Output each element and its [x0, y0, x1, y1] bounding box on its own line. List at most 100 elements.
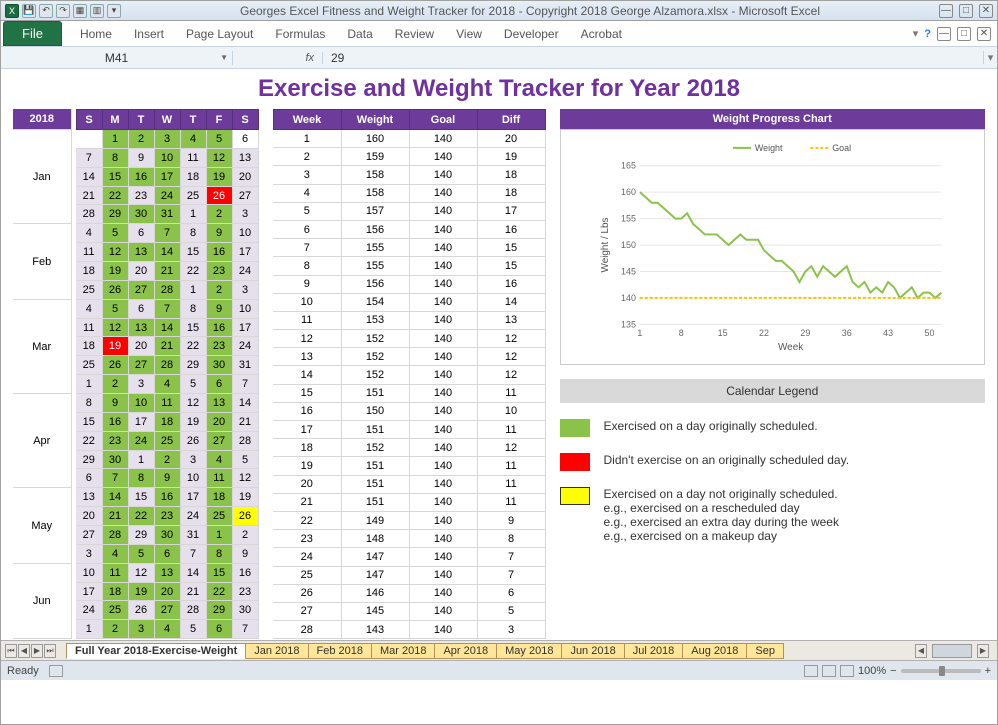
calendar-cell[interactable]: 5 — [180, 375, 206, 394]
calendar-cell[interactable]: 19 — [102, 262, 128, 281]
wt-cell[interactable]: 140 — [409, 384, 477, 402]
wt-cell[interactable]: 151 — [341, 493, 409, 511]
sheet-tab[interactable]: Sep — [746, 643, 784, 659]
calendar-cell[interactable]: 14 — [102, 488, 128, 507]
calendar-cell[interactable]: 30 — [128, 205, 154, 224]
wt-cell[interactable]: 140 — [409, 475, 477, 493]
wt-cell[interactable]: 12 — [477, 348, 545, 366]
calendar-cell[interactable]: 21 — [102, 507, 128, 526]
calendar-cell[interactable]: 21 — [76, 186, 102, 205]
calendar-cell[interactable]: 23 — [232, 582, 258, 601]
wt-cell[interactable]: 140 — [409, 239, 477, 257]
calendar-cell[interactable]: 19 — [232, 488, 258, 507]
wt-cell[interactable]: 22 — [273, 511, 341, 529]
wt-cell[interactable]: 140 — [409, 548, 477, 566]
wt-cell[interactable]: 9 — [477, 511, 545, 529]
calendar-cell[interactable]: 22 — [206, 582, 232, 601]
calendar-grid[interactable]: SMTWTFS 12345678910111213141516171819202… — [76, 109, 259, 639]
tab-nav-last-icon[interactable]: ⏭ — [44, 644, 56, 658]
wt-cell[interactable]: 13 — [273, 348, 341, 366]
wt-cell[interactable]: 151 — [341, 457, 409, 475]
wt-cell[interactable]: 147 — [341, 566, 409, 584]
wt-cell[interactable]: 156 — [341, 275, 409, 293]
calendar-cell[interactable]: 13 — [76, 488, 102, 507]
calendar-cell[interactable]: 9 — [102, 394, 128, 413]
calendar-cell[interactable]: 15 — [180, 318, 206, 337]
calendar-cell[interactable]: 17 — [154, 167, 180, 186]
wt-cell[interactable]: 140 — [409, 402, 477, 420]
wt-cell[interactable]: 8 — [273, 257, 341, 275]
calendar-cell[interactable]: 2 — [206, 205, 232, 224]
calendar-cell[interactable]: 14 — [154, 318, 180, 337]
weight-chart[interactable]: 13514014515015516016518152229364350WeekW… — [560, 129, 986, 365]
help-icon[interactable]: ? — [924, 28, 931, 40]
wt-cell[interactable]: 12 — [477, 439, 545, 457]
calendar-cell[interactable]: 11 — [154, 394, 180, 413]
calendar-cell[interactable]: 29 — [206, 601, 232, 620]
wt-cell[interactable]: 155 — [341, 257, 409, 275]
wt-cell[interactable]: 8 — [477, 530, 545, 548]
wt-cell[interactable]: 158 — [341, 184, 409, 202]
wt-cell[interactable]: 140 — [409, 493, 477, 511]
chevron-down-icon[interactable]: ▼ — [220, 53, 228, 62]
weight-table[interactable]: WeekWeightGoalDiff 116014020215914019315… — [273, 109, 546, 639]
calendar-cell[interactable]: 28 — [102, 526, 128, 545]
calendar-cell[interactable]: 1 — [102, 130, 128, 149]
calendar-cell[interactable]: 26 — [102, 280, 128, 299]
calendar-cell[interactable]: 16 — [232, 563, 258, 582]
calendar-cell[interactable]: 12 — [206, 148, 232, 167]
calendar-cell[interactable]: 20 — [128, 262, 154, 281]
calendar-cell[interactable]: 9 — [232, 544, 258, 563]
calendar-cell[interactable]: 3 — [232, 280, 258, 299]
calendar-cell[interactable]: 18 — [180, 167, 206, 186]
calendar-cell[interactable]: 7 — [154, 299, 180, 318]
calendar-cell[interactable]: 29 — [128, 526, 154, 545]
calendar-cell[interactable]: 25 — [76, 280, 102, 299]
wt-cell[interactable]: 15 — [477, 257, 545, 275]
calendar-cell[interactable]: 29 — [102, 205, 128, 224]
formula-expand-icon[interactable]: ▾ — [983, 51, 997, 64]
zoom-out-icon[interactable]: − — [890, 665, 896, 677]
wt-cell[interactable]: 140 — [409, 257, 477, 275]
calendar-cell[interactable]: 27 — [154, 601, 180, 620]
calendar-cell[interactable]: 11 — [180, 148, 206, 167]
calendar-cell[interactable]: 1 — [180, 280, 206, 299]
calendar-cell[interactable]: 5 — [206, 130, 232, 149]
ribbon-help-dropdown-icon[interactable]: ▾ — [913, 27, 919, 40]
sheet-tab[interactable]: Mar 2018 — [371, 643, 435, 659]
calendar-cell[interactable]: 3 — [128, 620, 154, 639]
wt-cell[interactable]: 152 — [341, 439, 409, 457]
calendar-cell[interactable]: 2 — [102, 620, 128, 639]
ribbon-tab[interactable]: View — [456, 27, 482, 41]
calendar-cell[interactable]: 27 — [128, 280, 154, 299]
minimize-icon[interactable]: — — [939, 4, 953, 18]
wt-cell[interactable]: 28 — [273, 621, 341, 639]
wt-cell[interactable]: 20 — [477, 130, 545, 148]
wt-cell[interactable]: 140 — [409, 166, 477, 184]
calendar-cell[interactable]: 20 — [128, 337, 154, 356]
wt-cell[interactable]: 159 — [341, 148, 409, 166]
calendar-cell[interactable]: 30 — [206, 356, 232, 375]
wt-cell[interactable]: 21 — [273, 493, 341, 511]
ribbon-tab[interactable]: Developer — [504, 27, 559, 41]
sheet-tab[interactable]: Apr 2018 — [434, 643, 497, 659]
calendar-cell[interactable]: 4 — [154, 620, 180, 639]
calendar-cell[interactable]: 12 — [180, 394, 206, 413]
wt-cell[interactable]: 27 — [273, 602, 341, 620]
wt-cell[interactable]: 7 — [477, 548, 545, 566]
view-layout-icon[interactable] — [822, 665, 836, 677]
wt-cell[interactable]: 2 — [273, 148, 341, 166]
wt-cell[interactable]: 152 — [341, 348, 409, 366]
calendar-cell[interactable]: 23 — [102, 431, 128, 450]
calendar-cell[interactable]: 5 — [232, 450, 258, 469]
maximize-icon[interactable]: □ — [959, 4, 973, 18]
wt-cell[interactable]: 147 — [341, 548, 409, 566]
calendar-cell[interactable]: 9 — [128, 148, 154, 167]
calendar-cell[interactable]: 6 — [206, 375, 232, 394]
redo-icon[interactable]: ↷ — [56, 4, 70, 18]
calendar-cell[interactable]: 4 — [154, 375, 180, 394]
calendar-cell[interactable]: 20 — [206, 412, 232, 431]
calendar-cell[interactable]: 26 — [206, 186, 232, 205]
wt-cell[interactable]: 160 — [341, 130, 409, 148]
calendar-cell[interactable]: 15 — [128, 488, 154, 507]
